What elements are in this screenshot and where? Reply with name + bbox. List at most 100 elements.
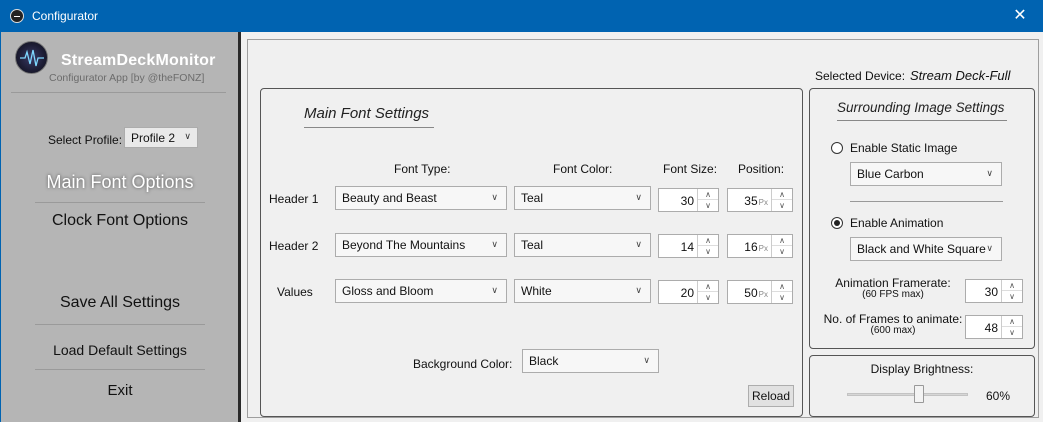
save-all-settings-button[interactable]: Save All Settings [1, 294, 239, 312]
font-size-value: 14 [680, 240, 694, 254]
brand-subtitle: Configurator App [by @theFONZ] [49, 72, 205, 84]
nav-clock-font-options[interactable]: Clock Font Options [1, 212, 239, 230]
brand-title: StreamDeckMonitor [61, 52, 216, 69]
display-brightness-label: Display Brightness: [870, 362, 974, 376]
chevron-up-icon[interactable]: ∧ [698, 281, 718, 292]
framerate-value: 30 [984, 285, 998, 299]
position-stepper-header-1[interactable]: 35Px ∧ ∨ [727, 188, 793, 212]
animation-label[interactable]: Enable Animation [850, 216, 943, 230]
chevron-down-icon: ∨ [491, 239, 498, 249]
chevron-down-icon: ∨ [635, 192, 642, 202]
font-color-value: Teal [521, 238, 544, 252]
row-label-header-1: Header 1 [269, 192, 319, 206]
chevron-up-icon[interactable]: ∧ [772, 235, 792, 246]
chevron-down-icon[interactable]: ∨ [698, 246, 718, 257]
row-label-header-2: Header 2 [269, 239, 319, 253]
position-unit: Px [758, 290, 768, 299]
font-type-value: Beauty and Beast [342, 191, 437, 205]
col-position: Position: [738, 162, 785, 176]
static-image-select[interactable]: Blue Carbon ∨ [850, 162, 1002, 186]
font-color-select-values[interactable]: White ∨ [514, 279, 651, 303]
chevron-down-icon[interactable]: ∨ [772, 200, 792, 211]
window-title: Configurator [32, 9, 99, 23]
main-area: Selected Device: Stream Deck-Full Main F… [241, 32, 1043, 422]
position-stepper-header-2[interactable]: 16Px ∧ ∨ [727, 234, 793, 258]
chevron-down-icon[interactable]: ∨ [1002, 327, 1022, 338]
font-type-select-values[interactable]: Gloss and Bloom ∨ [335, 279, 507, 303]
chevron-down-icon[interactable]: ∨ [698, 200, 718, 211]
chevron-up-icon[interactable]: ∧ [772, 189, 792, 200]
surrounding-image-settings-title: Surrounding Image Settings [837, 100, 1005, 115]
section-divider [850, 201, 1003, 202]
profile-select-value: Profile 2 [131, 131, 176, 145]
chevron-down-icon[interactable]: ∨ [772, 246, 792, 257]
font-color-value: Teal [521, 191, 544, 205]
chevron-down-icon[interactable]: ∨ [772, 292, 792, 303]
framerate-label: Animation Framerate: [835, 276, 951, 290]
selected-device-value: Stream Deck-Full [910, 68, 1011, 83]
nav-divider [35, 369, 205, 370]
frames-label-group: No. of Frames to animate: (600 max) [822, 312, 964, 336]
nav-divider [35, 202, 205, 203]
selected-device-label: Selected Device: [815, 69, 906, 83]
reload-button[interactable]: Reload [748, 385, 794, 407]
brand-divider [11, 92, 226, 93]
nav-main-font-options[interactable]: Main Font Options [1, 172, 239, 193]
position-unit: Px [758, 198, 768, 207]
font-type-select-header-2[interactable]: Beyond The Mountains ∨ [335, 233, 507, 257]
brightness-slider-thumb[interactable] [914, 385, 924, 403]
waveform-icon [20, 49, 44, 67]
chevron-down-icon: ∨ [491, 285, 498, 295]
load-default-settings-button[interactable]: Load Default Settings [1, 342, 239, 358]
position-unit: Px [758, 244, 768, 253]
background-color-select[interactable]: Black ∨ [522, 349, 659, 373]
chevron-up-icon[interactable]: ∧ [698, 235, 718, 246]
chevron-down-icon: ∨ [643, 355, 650, 365]
frames-label: No. of Frames to animate: [823, 312, 963, 326]
nav-divider [35, 324, 205, 325]
display-brightness-panel: Display Brightness: 60% [809, 355, 1035, 417]
exit-button[interactable]: Exit [1, 382, 239, 399]
font-size-stepper-header-1[interactable]: 30 ∧ ∨ [658, 188, 719, 212]
font-color-select-header-2[interactable]: Teal ∨ [514, 233, 651, 257]
title-underline [837, 120, 1007, 121]
chevron-up-icon[interactable]: ∧ [1002, 316, 1022, 327]
chevron-down-icon: ∨ [635, 239, 642, 249]
static-image-label[interactable]: Enable Static Image [850, 141, 957, 155]
chevron-up-icon[interactable]: ∧ [698, 189, 718, 200]
animation-radio[interactable] [831, 217, 843, 229]
animation-select[interactable]: Black and White Square ∨ [850, 237, 1002, 261]
brightness-value: 60% [986, 389, 1011, 403]
frames-value: 48 [984, 321, 998, 335]
font-size-value: 30 [680, 194, 694, 208]
chevron-up-icon[interactable]: ∧ [1002, 280, 1022, 291]
font-size-stepper-header-2[interactable]: 14 ∧ ∨ [658, 234, 719, 258]
frames-stepper[interactable]: 48 ∧ ∨ [965, 315, 1023, 339]
main-font-settings-panel: Main Font Settings Font Type: Font Color… [260, 88, 803, 417]
main-frame: Selected Device: Stream Deck-Full Main F… [247, 39, 1039, 418]
app-icon [10, 9, 24, 23]
font-type-select-header-1[interactable]: Beauty and Beast ∨ [335, 186, 507, 210]
chevron-up-icon[interactable]: ∧ [772, 281, 792, 292]
chevron-down-icon: ∨ [635, 285, 642, 295]
position-value: 50 [744, 286, 758, 300]
close-icon[interactable]: ✕ [997, 0, 1043, 32]
profile-select[interactable]: Profile 2 ∨ [124, 127, 198, 148]
chevron-down-icon: ∨ [184, 131, 191, 141]
background-color-value: Black [529, 354, 559, 368]
sidebar: StreamDeckMonitor Configurator App [by @… [0, 32, 238, 422]
brightness-slider-track[interactable] [847, 393, 968, 396]
framerate-stepper[interactable]: 30 ∧ ∨ [965, 279, 1023, 303]
position-stepper-values[interactable]: 50Px ∧ ∨ [727, 280, 793, 304]
framerate-note: (60 FPS max) [862, 289, 924, 300]
font-size-stepper-values[interactable]: 20 ∧ ∨ [658, 280, 719, 304]
font-color-select-header-1[interactable]: Teal ∨ [514, 186, 651, 210]
chevron-down-icon[interactable]: ∨ [1002, 291, 1022, 302]
font-size-value: 20 [680, 286, 694, 300]
static-image-value: Blue Carbon [857, 167, 924, 181]
static-image-radio[interactable] [831, 142, 843, 154]
title-underline [304, 127, 434, 128]
chevron-down-icon[interactable]: ∨ [698, 292, 718, 303]
col-font-color: Font Color: [553, 162, 613, 176]
frames-note: (600 max) [870, 325, 916, 336]
